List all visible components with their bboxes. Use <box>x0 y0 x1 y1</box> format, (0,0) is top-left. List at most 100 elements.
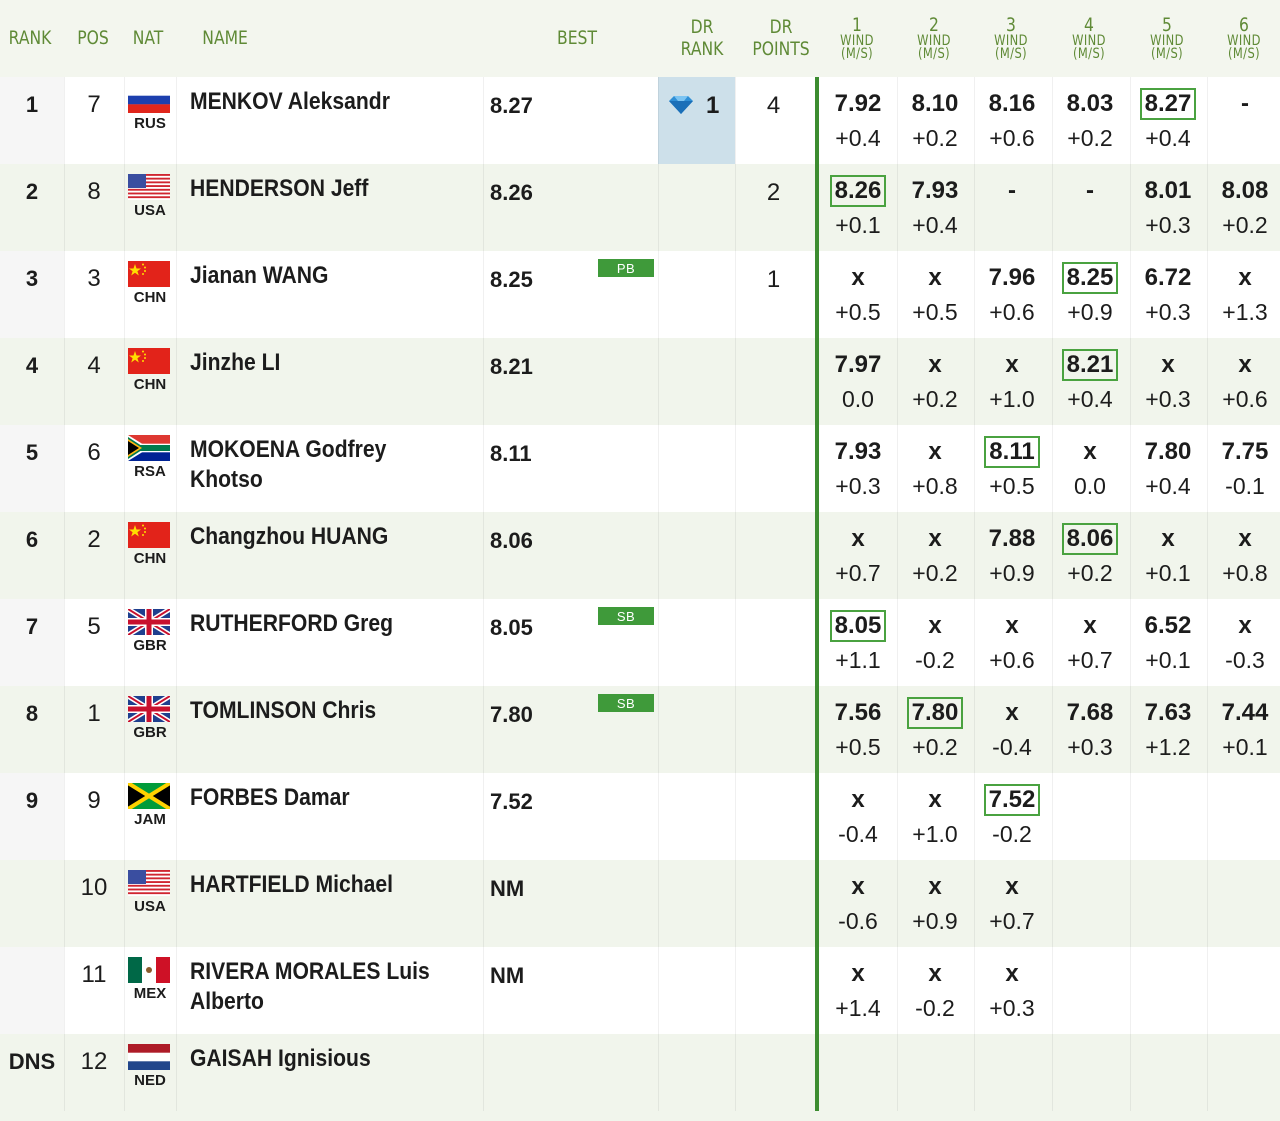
athlete-name[interactable]: HARTFIELD Michael <box>190 870 445 900</box>
attempt-1: 8.26 +0.1 <box>821 172 895 242</box>
table-row[interactable]: 11 MEX RIVERA MORALES Luis Alberto NM x +1.4 x -… <box>0 947 1280 1034</box>
attempt-wind: -0.4 <box>838 821 878 847</box>
table-row[interactable]: 6 2 CHN Changzhou HUANG 8.06 x +0.7 x +0.2 7.88 +0… <box>0 512 1280 599</box>
attempt-mark: x <box>898 870 972 904</box>
athlete-name[interactable]: Changzhou HUANG <box>190 522 445 552</box>
attempt-mark-value: - <box>1086 177 1094 204</box>
nation-code: GBR <box>133 724 167 741</box>
nation-code: CHN <box>133 376 167 393</box>
best-attempt-mark: 7.52 <box>983 784 1041 816</box>
header-name[interactable]: NAME <box>202 0 259 77</box>
athlete-name[interactable]: MENKOV Aleksandr <box>190 87 445 117</box>
rank-cell: 9 <box>25 788 39 813</box>
attempt-mark: x <box>975 957 1049 991</box>
attempt-mark-value: x <box>928 873 942 900</box>
athlete-name-line1: MOKOENA Godfrey <box>190 436 387 463</box>
attempt-wind: +0.2 <box>1222 212 1268 238</box>
header-round-5[interactable]: 5 WIND (M/S) <box>1136 0 1198 77</box>
attempt-mark-value: 8.08 <box>1221 177 1269 204</box>
attempt-mark-value: x <box>1005 960 1019 987</box>
table-row[interactable]: 5 6 RSA MOKOENA Godfrey Khotso 8.11 7.93 +0.3 x +… <box>0 425 1280 512</box>
athlete-name[interactable]: RUTHERFORD Greg <box>190 609 445 639</box>
header-nat[interactable]: NAT <box>128 0 167 77</box>
attempt-mark-value: x <box>1161 525 1175 552</box>
table-row[interactable]: 7 5 GBR RUTHERFORD Greg 8.05 SB 8.05 +1.1 x -0.2 x… <box>0 599 1280 686</box>
header-rank[interactable]: RANK <box>4 0 56 77</box>
athlete-name[interactable]: Jinzhe LI <box>190 348 445 378</box>
rank-cell: 6 <box>25 527 39 552</box>
attempt-wind: +0.6 <box>989 125 1035 151</box>
best-mark: 8.27 <box>490 93 533 118</box>
attempt-6: x +0.8 <box>1208 520 1280 590</box>
best-mark: 7.52 <box>490 789 533 814</box>
attempt-wind: +0.9 <box>912 908 958 934</box>
athlete-name-line1: TOMLINSON Chris <box>190 697 377 724</box>
attempt-mark: x <box>975 348 1049 382</box>
nation-code: GBR <box>133 637 167 654</box>
attempt-mark-value: x <box>1005 351 1019 378</box>
attempt-mark: 7.63 <box>1131 696 1205 730</box>
header-dr-points[interactable]: DR POINTS <box>747 0 814 77</box>
table-row[interactable]: DNS 12 NED GAISAH Ignisious <box>0 1034 1280 1121</box>
best-attempt-mark: 8.25 <box>1061 262 1119 294</box>
attempt-mark-value: x <box>928 612 942 639</box>
best-mark: NM <box>490 963 525 988</box>
attempt-mark-value: x <box>1083 438 1097 465</box>
athlete-name[interactable]: Jianan WANG <box>190 261 445 291</box>
attempt-wind: +0.2 <box>912 386 958 412</box>
attempt-wind: +0.4 <box>835 125 881 151</box>
table-row[interactable]: 8 1 GBR TOMLINSON Chris 7.80 SB 7.56 +0.5 7.80 +0… <box>0 686 1280 773</box>
header-round-4[interactable]: 4 WIND (M/S) <box>1058 0 1120 77</box>
attempt-mark: x <box>821 957 895 991</box>
table-row[interactable]: 9 9 JAM FORBES Damar 7.52 x -0.4 x +1.0 7.52 -0.2 <box>0 773 1280 860</box>
position-cell: 7 <box>87 91 101 118</box>
athlete-name[interactable]: GAISAH Ignisious <box>190 1044 445 1074</box>
nation-code: MEX <box>133 985 167 1002</box>
nation-code: USA <box>134 202 166 219</box>
attempt-wind: +1.1 <box>835 647 881 673</box>
attempt-3: 8.11 +0.5 <box>975 433 1049 503</box>
header-round-1[interactable]: 1 WIND (M/S) <box>826 0 888 77</box>
header-best[interactable]: BEST <box>552 0 603 77</box>
table-header: RANK POS NAT NAME BEST DR RANK DR POINTS… <box>0 0 1280 77</box>
athlete-name[interactable]: TOMLINSON Chris <box>190 696 445 726</box>
nation-code: JAM <box>134 811 166 828</box>
header-pos[interactable]: POS <box>69 0 117 77</box>
table-row[interactable]: 4 4 CHN Jinzhe LI 8.21 7.97 0.0 x +0.2 x +1.0 8.21 +… <box>0 338 1280 425</box>
results-table: RANK POS NAT NAME BEST DR RANK DR POINTS… <box>0 0 1280 1121</box>
attempt-mark-value: x <box>851 960 865 987</box>
attempt-mark-value: 7.63 <box>1144 699 1192 726</box>
header-dr-rank[interactable]: DR RANK <box>671 0 733 77</box>
attempt-mark-value: x <box>1005 873 1019 900</box>
table-row[interactable]: 2 8 USA HENDERSON Jeff 8.26 2 8.26 +0.1 7.93 +0.4… <box>0 164 1280 251</box>
attempt-wind: +0.1 <box>1145 647 1191 673</box>
header-round-2[interactable]: 2 WIND (M/S) <box>903 0 965 77</box>
attempt-mark-value: x <box>1161 351 1175 378</box>
attempt-mark-value: x <box>851 264 865 291</box>
header-round-3[interactable]: 3 WIND (M/S) <box>980 0 1042 77</box>
athlete-name[interactable]: FORBES Damar <box>190 783 445 813</box>
athlete-name-line1: HENDERSON Jeff <box>190 175 369 202</box>
athlete-name[interactable]: MOKOENA Godfrey Khotso <box>190 435 445 495</box>
attempt-5: 6.52 +0.1 <box>1131 607 1205 677</box>
attempt-4: 7.68 +0.3 <box>1053 694 1127 764</box>
attempt-wind: +1.3 <box>1222 299 1268 325</box>
table-row[interactable]: 1 7 RUS MENKOV Aleksandr 8.27 1 4 7.92 +0.4 8.10 +… <box>0 77 1280 164</box>
athlete-name[interactable]: RIVERA MORALES Luis Alberto <box>190 957 445 1017</box>
table-row[interactable]: 3 3 CHN Jianan WANG 8.25 PB 1 x +0.5 x +0.5 7.96 +0.… <box>0 251 1280 338</box>
attempt-wind: +0.4 <box>1067 386 1113 412</box>
attempt-mark: x <box>898 783 972 817</box>
rank-cell: 4 <box>25 353 39 378</box>
attempt-2: x +0.8 <box>898 433 972 503</box>
athlete-name[interactable]: HENDERSON Jeff <box>190 174 445 204</box>
attempt-wind: +0.2 <box>1067 125 1113 151</box>
table-row[interactable]: 10 USA HARTFIELD Michael NM x -0.6 x +0.9 x +0.7 <box>0 860 1280 947</box>
attempt-wind: +0.9 <box>989 560 1035 586</box>
attempt-1: 7.93 +0.3 <box>821 433 895 503</box>
nation-code: USA <box>134 898 166 915</box>
header-round-6[interactable]: 6 WIND (M/S) <box>1213 0 1275 77</box>
position-cell: 2 <box>87 526 101 553</box>
dr-rank-value: 1 <box>706 92 720 119</box>
attempt-mark-value: x <box>1238 264 1252 291</box>
nationality-cell: NED <box>128 1044 172 1089</box>
